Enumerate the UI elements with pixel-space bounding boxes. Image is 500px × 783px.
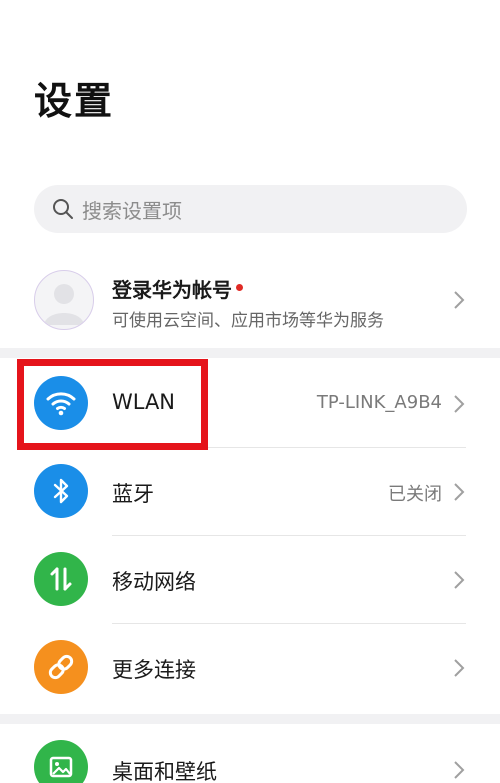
- link-icon: [34, 640, 88, 694]
- wifi-icon: [34, 376, 88, 430]
- settings-screen: 设置 搜索设置项 登录华为帐号 可使用云空间、应用市场等华为服务 WLAN TP…: [0, 0, 500, 783]
- search-placeholder: 搜索设置项: [82, 198, 182, 223]
- search-icon: [52, 198, 74, 220]
- settings-item-more-connections[interactable]: 更多连接: [0, 624, 500, 712]
- bluetooth-value: 已关闭: [388, 484, 442, 505]
- wlan-label: WLAN: [112, 390, 176, 414]
- huawei-account-row[interactable]: 登录华为帐号 可使用云空间、应用市场等华为服务: [0, 262, 500, 338]
- wallpaper-icon: [34, 740, 88, 783]
- bluetooth-icon: [34, 464, 88, 518]
- chevron-right-icon: [452, 658, 466, 678]
- bluetooth-label: 蓝牙: [112, 482, 154, 506]
- chevron-right-icon: [452, 394, 466, 414]
- mobile-network-label: 移动网络: [112, 570, 196, 594]
- desktop-wallpaper-label: 桌面和壁纸: [112, 760, 217, 783]
- more-connections-label: 更多连接: [112, 658, 196, 682]
- chevron-right-icon: [452, 482, 466, 502]
- section-divider: [0, 714, 500, 724]
- section-divider: [0, 348, 500, 358]
- wlan-value: TP-LINK_A9B4: [316, 392, 442, 413]
- account-subtitle: 可使用云空间、应用市场等华为服务: [112, 311, 384, 331]
- notification-dot: [236, 284, 243, 291]
- person-avatar-icon: [34, 270, 94, 330]
- page-title: 设置: [34, 79, 115, 123]
- chevron-right-icon: [452, 290, 466, 310]
- mobile-network-icon: [34, 552, 88, 606]
- account-title: 登录华为帐号: [112, 274, 243, 303]
- settings-item-desktop-wallpaper[interactable]: 桌面和壁纸: [0, 726, 500, 783]
- settings-item-bluetooth[interactable]: 蓝牙 已关闭: [0, 448, 500, 536]
- settings-item-mobile-network[interactable]: 移动网络: [0, 536, 500, 624]
- account-title-text: 登录华为帐号: [112, 278, 232, 302]
- settings-item-wlan[interactable]: WLAN TP-LINK_A9B4: [0, 360, 500, 448]
- search-bar[interactable]: 搜索设置项: [34, 185, 467, 233]
- chevron-right-icon: [452, 760, 466, 780]
- chevron-right-icon: [452, 570, 466, 590]
